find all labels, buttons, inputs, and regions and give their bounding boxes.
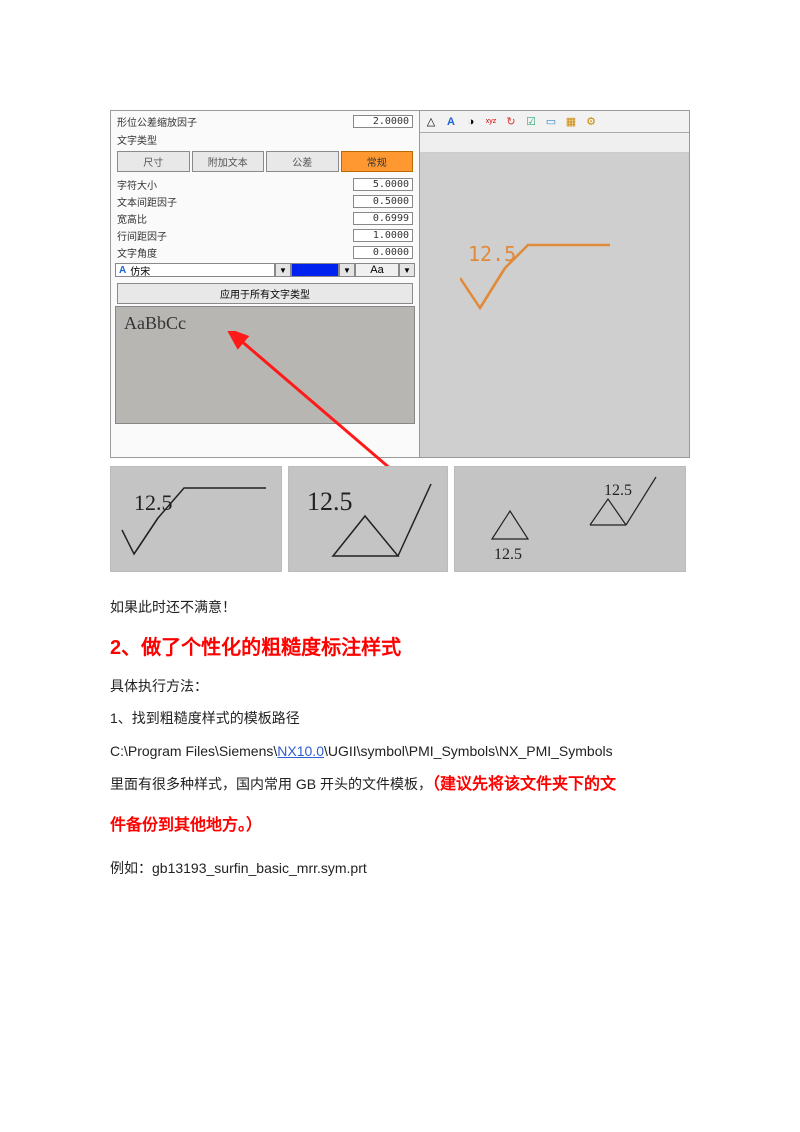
para-note: 里面有很多种样式，国内常用 GB 开头的文件模板，（建议先将该文件夹下的文 — [110, 770, 690, 800]
font-preview-box: AaBbCc — [115, 306, 415, 424]
note-red-2: 件备份到其他地方。） — [110, 811, 690, 841]
tab-row: 尺寸 附加文本 公差 常规 — [113, 149, 417, 176]
heading-2: 2、做了个性化的粗糙度标注样式 — [110, 629, 690, 667]
window-icon[interactable]: ▭ — [544, 115, 558, 129]
tab-append-text[interactable]: 附加文本 — [192, 151, 265, 172]
dialog-text-style: 形位公差缩放因子 2.0000 文字类型 尺寸 附加文本 公差 常规 字符大小 … — [110, 110, 420, 458]
svg-text:12.5: 12.5 — [307, 487, 353, 516]
thumbnail-row: 12.5 12.5 12.5 12.5 — [110, 466, 690, 572]
font-sample-button[interactable]: Aa — [355, 263, 399, 277]
para-intro: 如果此时还不满意！ — [110, 594, 690, 621]
text-gap-row: 文本间距因子 0.5000 — [113, 193, 417, 210]
viewport-toolbar: △ A ◑ xyz ↻ ☑ ▭ ▦ ⚙ — [420, 111, 689, 133]
angle-value[interactable]: 0.0000 — [353, 246, 413, 259]
section-label: 文字类型 — [113, 130, 417, 149]
font-row: A 仿宋 ▼ ▼ Aa ▼ — [113, 261, 417, 279]
svg-text:12.5: 12.5 — [134, 490, 173, 515]
roughness-symbol: 12.5 — [460, 233, 640, 333]
font-dropdown-icon[interactable]: ▼ — [275, 263, 291, 277]
thumbnail-1: 12.5 — [110, 466, 282, 572]
svg-text:12.5: 12.5 — [494, 546, 522, 563]
line-gap-row: 行间距因子 1.0000 — [113, 227, 417, 244]
scale-factor-label: 形位公差缩放因子 — [117, 114, 197, 129]
aspect-row: 宽高比 0.6999 — [113, 210, 417, 227]
angle-label: 文字角度 — [117, 245, 157, 260]
para-path: C:\Program Files\Siemens\NX10.0\UGII\sym… — [110, 738, 690, 765]
font-name-text: 仿宋 — [130, 263, 150, 278]
checklist-icon[interactable]: ☑ — [524, 115, 538, 129]
tab-dimension[interactable]: 尺寸 — [117, 151, 190, 172]
angle-row: 文字角度 0.0000 — [113, 244, 417, 261]
tab-tolerance[interactable]: 公差 — [266, 151, 339, 172]
para-example: 例如：gb13193_surfin_basic_mrr.sym.prt — [110, 855, 690, 882]
aspect-label: 宽高比 — [117, 211, 147, 226]
xyz-icon[interactable]: xyz — [484, 115, 498, 129]
sample-dropdown-icon[interactable]: ▼ — [399, 263, 415, 277]
line-gap-label: 行间距因子 — [117, 228, 167, 243]
scale-factor-value[interactable]: 2.0000 — [353, 115, 413, 128]
tab-general[interactable]: 常规 — [341, 151, 414, 172]
layers-icon[interactable]: ▦ — [564, 115, 578, 129]
thumbnail-3: 12.5 12.5 — [454, 466, 686, 572]
para-method: 具体执行方法： — [110, 673, 690, 700]
char-size-value[interactable]: 5.0000 — [353, 178, 413, 191]
font-select[interactable]: A 仿宋 — [115, 263, 275, 277]
char-size-label: 字符大小 — [117, 177, 157, 192]
graphics-viewport: △ A ◑ xyz ↻ ☑ ▭ ▦ ⚙ 12.5 — [420, 110, 690, 458]
path-post: \UGII\symbol\PMI_Symbols\NX_PMI_Symbols — [324, 743, 613, 759]
refresh-icon[interactable]: ↻ — [504, 115, 518, 129]
gear-icon[interactable]: ⚙ — [584, 115, 598, 129]
line-gap-value[interactable]: 1.0000 — [353, 229, 413, 242]
text-color-swatch[interactable] — [291, 263, 339, 277]
text-a-icon[interactable]: A — [444, 115, 458, 129]
article-body: 如果此时还不满意！ 2、做了个性化的粗糙度标注样式 具体执行方法： 1、找到粗糙… — [110, 594, 690, 882]
preview-sample-text: AaBbCc — [124, 313, 186, 333]
aspect-value[interactable]: 0.6999 — [353, 212, 413, 225]
svg-text:12.5: 12.5 — [604, 482, 632, 499]
scale-factor-row: 形位公差缩放因子 2.0000 — [113, 113, 417, 130]
para-step1: 1、找到粗糙度样式的模板路径 — [110, 705, 690, 732]
font-glyph-icon: A — [119, 265, 126, 276]
triangle-icon[interactable]: △ — [424, 115, 438, 129]
color-dropdown-icon[interactable]: ▼ — [339, 263, 355, 277]
screenshot-panel: 形位公差缩放因子 2.0000 文字类型 尺寸 附加文本 公差 常规 字符大小 … — [110, 110, 690, 458]
thumbnail-2: 12.5 — [288, 466, 448, 572]
canvas-area[interactable]: 12.5 — [420, 153, 689, 457]
text-gap-value[interactable]: 0.5000 — [353, 195, 413, 208]
nx-link[interactable]: NX10.0 — [277, 743, 324, 759]
path-pre: C:\Program Files\Siemens\ — [110, 743, 277, 759]
char-size-row: 字符大小 5.0000 — [113, 176, 417, 193]
text-gap-label: 文本间距因子 — [117, 194, 177, 209]
target-icon[interactable]: ◑ — [464, 115, 478, 129]
ribbon-spacer — [420, 133, 689, 153]
note-red-1: （建议先将该文件夹下的文 — [432, 776, 616, 793]
note-plain: 里面有很多种样式，国内常用 GB 开头的文件模板， — [110, 776, 432, 792]
apply-all-button[interactable]: 应用于所有文字类型 — [117, 283, 413, 304]
